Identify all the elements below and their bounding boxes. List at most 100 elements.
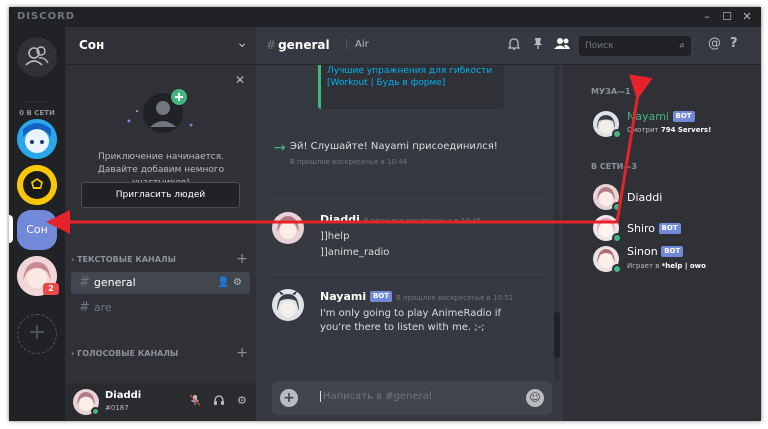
guild-separator bbox=[25, 101, 49, 102]
anime-avatar-icon bbox=[17, 119, 57, 159]
member-group-header: В СЕТИ—3 bbox=[591, 162, 637, 171]
bot-badge: BOT bbox=[369, 291, 393, 302]
headphones-icon[interactable] bbox=[213, 394, 225, 409]
avatar[interactable] bbox=[272, 212, 304, 244]
server-son[interactable]: Сон bbox=[17, 210, 57, 250]
author-name[interactable]: Nayami bbox=[320, 290, 366, 303]
user-settings-icon[interactable]: ⚙ bbox=[237, 394, 247, 407]
message-input[interactable]: Написать в #general bbox=[320, 391, 432, 402]
message-timestamp: В прошлое воскресенье в 10:45 bbox=[363, 217, 482, 225]
message-composer[interactable]: + Написать в #general ☺ bbox=[272, 381, 552, 415]
mention-icon[interactable]: @ bbox=[708, 36, 721, 51]
hash-icon: # bbox=[79, 300, 90, 315]
emoji-icon[interactable]: ☺ bbox=[526, 389, 544, 407]
channel-label: are bbox=[93, 301, 112, 314]
online-count-label: 0 В СЕТИ bbox=[19, 109, 55, 117]
channel-sidebar: Сон ⌄ ✕ Приключение начинается. Давайте … bbox=[65, 27, 256, 421]
join-message: Эй! Слушайте! Nayami присоединился! bbox=[290, 141, 498, 152]
member-name-label[interactable]: Nayami bbox=[627, 110, 669, 123]
member-name-label[interactable]: Shiro bbox=[627, 222, 655, 235]
maximize-icon[interactable]: ☐ bbox=[717, 9, 737, 25]
status-online-dot bbox=[612, 129, 622, 139]
server-list: 0 В СЕТИ Сон 2 + bbox=[9, 27, 65, 421]
title-bar: DISCORD – ☐ ✕ bbox=[9, 7, 761, 27]
category-text-channels[interactable]: › ТЕКСТОВЫЕ КАНАЛЫ bbox=[71, 255, 176, 264]
close-icon[interactable]: ✕ bbox=[235, 73, 245, 87]
chat-header: # general Air Поиск ⌕ @ ? bbox=[256, 27, 761, 65]
close-window-icon[interactable]: ✕ bbox=[737, 9, 757, 25]
discord-window: DISCORD – ☐ ✕ 0 В СЕТИ Сон 2 + Сон ⌄ ✕ П… bbox=[9, 7, 761, 421]
gear-icon[interactable]: ⚙ bbox=[233, 277, 242, 288]
chat-area: Лучшие упражнения для гибкости [Workout … bbox=[256, 27, 563, 421]
member-list-icon[interactable] bbox=[554, 37, 570, 53]
activity-prefix: Смотрит bbox=[627, 126, 659, 134]
member-name[interactable]: Sinon BOT bbox=[627, 245, 684, 258]
search-icon[interactable]: ⌕ bbox=[679, 36, 685, 56]
member-name[interactable]: Shiro BOT bbox=[627, 222, 681, 235]
message-line: ]]help bbox=[320, 231, 350, 242]
add-member-icon[interactable]: 👤 bbox=[217, 277, 229, 288]
server-icon-blue-anime[interactable] bbox=[17, 119, 57, 159]
friends-home-button[interactable] bbox=[17, 37, 57, 77]
nayami-avatar-icon bbox=[272, 289, 304, 321]
add-voice-channel-icon[interactable]: + bbox=[236, 346, 248, 360]
channel-topic: Air bbox=[346, 39, 369, 50]
member-name[interactable]: Diaddi bbox=[627, 191, 662, 204]
bot-badge: BOT bbox=[658, 223, 681, 234]
embed-link-text[interactable]: Лучшие упражнения для гибкости [Workout … bbox=[327, 66, 492, 88]
link-embed[interactable]: Лучшие упражнения для гибкости [Workout … bbox=[318, 65, 504, 109]
upload-plus-icon[interactable]: + bbox=[280, 389, 298, 407]
message-timestamp: В прошлое воскресенье в 10:51 bbox=[396, 294, 514, 302]
user-tag: #0187 bbox=[105, 404, 129, 412]
search-input[interactable]: Поиск ⌕ bbox=[579, 36, 691, 56]
mention-badge: 2 bbox=[43, 283, 59, 295]
message-author[interactable]: Diaddi В прошлое воскресенье в 10:45 bbox=[320, 213, 481, 226]
message-line: you're there to listen with me. ;-; bbox=[320, 322, 485, 333]
member-group-header: МУЗА—1 bbox=[591, 87, 631, 96]
diaddi-avatar-icon bbox=[272, 212, 304, 244]
pin-icon[interactable] bbox=[532, 37, 544, 53]
message-author[interactable]: Nayami BOT В прошлое воскресенье в 10:51 bbox=[320, 290, 513, 303]
minimize-icon[interactable]: – bbox=[697, 9, 717, 25]
join-arrow-icon: → bbox=[274, 140, 286, 156]
message-line: ]]anime_radio bbox=[320, 247, 390, 258]
channel-are[interactable]: # are bbox=[71, 297, 250, 319]
channel-general[interactable]: # general 👤 ⚙ bbox=[71, 272, 250, 294]
member-name-label[interactable]: Sinon bbox=[627, 245, 658, 258]
activity-detail: *help | owo bbox=[661, 262, 706, 270]
bot-badge: BOT bbox=[661, 246, 684, 257]
activity-detail: 794 Servers! bbox=[660, 126, 712, 134]
bot-badge: BOT bbox=[672, 111, 695, 122]
chat-scrollbar-thumb[interactable] bbox=[554, 312, 560, 358]
avatar[interactable] bbox=[272, 289, 304, 321]
status-online-dot bbox=[91, 407, 100, 416]
channel-label: general bbox=[93, 276, 136, 289]
chevron-down-icon[interactable]: ⌄ bbox=[236, 35, 248, 51]
activity-prefix: Играет в bbox=[627, 262, 660, 270]
status-online-dot bbox=[612, 233, 622, 243]
add-text-channel-icon[interactable]: + bbox=[236, 252, 248, 266]
server-name: Сон bbox=[79, 38, 105, 52]
microphone-muted-icon[interactable] bbox=[189, 394, 201, 409]
invite-illustration-icon bbox=[127, 89, 193, 133]
user-panel: Diaddi #0187 ⚙ bbox=[65, 383, 256, 421]
channel-title-label: general bbox=[278, 38, 330, 52]
add-server-button[interactable]: + bbox=[17, 314, 57, 354]
channel-title: # general bbox=[266, 38, 330, 52]
message-line: I'm only going to play AnimeRadio if bbox=[320, 308, 502, 319]
message-divider bbox=[270, 274, 548, 275]
hash-icon: # bbox=[79, 275, 90, 290]
help-icon[interactable]: ? bbox=[730, 36, 738, 51]
server-icon-soccer[interactable] bbox=[17, 165, 57, 205]
member-activity: Смотрит 794 Servers! bbox=[627, 126, 711, 134]
member-list: МУЗА—1 Nayami BOT Смотрит 794 Servers! В… bbox=[563, 65, 761, 421]
member-name[interactable]: Nayami BOT bbox=[627, 110, 695, 123]
bell-icon[interactable] bbox=[507, 37, 521, 53]
invite-people-button[interactable]: Пригласить людей bbox=[81, 182, 240, 208]
soccer-ball-icon bbox=[17, 165, 57, 205]
category-voice-channels[interactable]: › ГОЛОСОВЫЕ КАНАЛЫ bbox=[71, 349, 178, 358]
server-header[interactable]: Сон ⌄ bbox=[65, 27, 256, 65]
status-online-dot bbox=[612, 202, 622, 212]
category-text-label: ТЕКСТОВЫЕ КАНАЛЫ bbox=[77, 255, 176, 264]
author-name[interactable]: Diaddi bbox=[320, 213, 360, 226]
